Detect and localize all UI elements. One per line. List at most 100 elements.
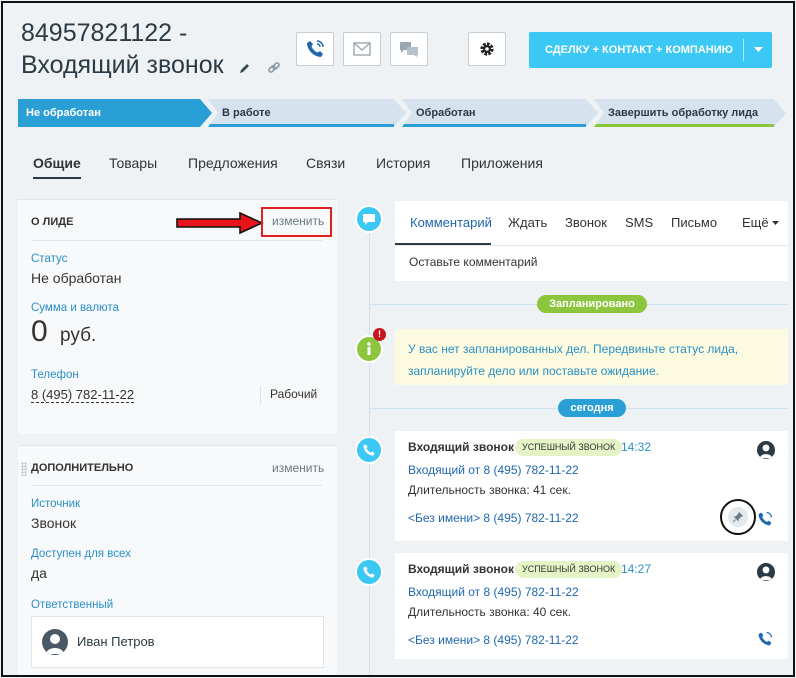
composer-tab-call[interactable]: Звонок bbox=[565, 215, 607, 230]
call-title: Входящий звонок bbox=[408, 440, 514, 454]
comment-input[interactable]: Оставьте комментарий bbox=[409, 255, 537, 269]
stage-bar: Не обработан В работе Обработан Завершит… bbox=[18, 99, 788, 129]
composer-tab-sms[interactable]: SMS bbox=[625, 215, 653, 230]
phone-label: Телефон bbox=[31, 369, 79, 381]
call-item: Входящий звонок УСПЕШНЫЙ ЗВОНОК 14:27 Вх… bbox=[395, 553, 788, 659]
timeline-comment-node bbox=[355, 205, 383, 233]
edit-additional-link[interactable]: изменить bbox=[272, 461, 324, 475]
edit-about-link[interactable]: изменить bbox=[272, 214, 324, 228]
responsible-label: Ответственный bbox=[31, 599, 114, 611]
tab-offers[interactable]: Предложения bbox=[188, 155, 278, 171]
phone-outline-icon[interactable] bbox=[757, 511, 773, 527]
more-label: Ещё bbox=[742, 215, 769, 230]
stage-processed[interactable]: Обработан bbox=[402, 99, 598, 127]
user-icon bbox=[759, 566, 773, 581]
notice-line2: запланируйте дело или поставьте ожидание… bbox=[408, 364, 660, 378]
call-contact-link[interactable]: <Без имени> 8 (495) 782-11-22 bbox=[408, 633, 579, 647]
info-icon bbox=[367, 342, 371, 355]
call-from-link[interactable]: Входящий от 8 (495) 782-11-22 bbox=[408, 463, 579, 477]
public-label: Доступен для всех bbox=[31, 548, 131, 560]
activity-composer: Комментарий Ждать Звонок SMS Письмо Ещё … bbox=[395, 201, 788, 281]
alert-badge: ! bbox=[373, 328, 386, 341]
lead-page: 84957821122 - Входящий звонок СДЕЛКУ + К… bbox=[1, 1, 795, 677]
gear-icon bbox=[480, 42, 494, 56]
planned-pill: Запланировано bbox=[537, 295, 647, 313]
link-icon[interactable] bbox=[267, 61, 281, 75]
stage-label: Завершить обработку лида bbox=[608, 107, 759, 119]
timeline-call-node bbox=[355, 436, 383, 464]
avatar bbox=[42, 629, 68, 655]
timeline-call-node bbox=[355, 558, 383, 586]
envelope-icon bbox=[353, 42, 371, 56]
source-value: Звонок bbox=[31, 515, 77, 531]
phone-value[interactable]: 8 (495) 782-11-22 bbox=[31, 387, 135, 403]
source-label: Источник bbox=[31, 498, 81, 510]
responsible-name[interactable]: Иван Петров bbox=[77, 634, 155, 649]
phone-outline-icon[interactable] bbox=[757, 631, 773, 647]
phone-icon bbox=[363, 566, 375, 578]
page-title: 84957821122 - Входящий звонок bbox=[21, 17, 301, 82]
responsible-box[interactable]: Иван Петров bbox=[31, 616, 324, 668]
call-title: Входящий звонок bbox=[408, 562, 514, 576]
public-value: да bbox=[31, 565, 47, 581]
today-pill: сегодня bbox=[558, 399, 626, 417]
title-line2: Входящий звонок bbox=[21, 51, 224, 79]
title-line1: 84957821122 - bbox=[21, 19, 188, 47]
call-contact-link[interactable]: <Без имени> 8 (495) 782-11-22 bbox=[408, 511, 579, 525]
email-button[interactable] bbox=[343, 32, 381, 66]
pin-icon bbox=[733, 512, 743, 522]
status-label: Статус bbox=[31, 253, 68, 265]
tab-history[interactable]: История bbox=[376, 155, 430, 171]
additional-card: ДОПОЛНИТЕЛЬНО изменить Источник Звонок Д… bbox=[18, 445, 337, 675]
call-from-link[interactable]: Входящий от 8 (495) 782-11-22 bbox=[408, 585, 579, 599]
stage-finish[interactable]: Завершить обработку лида bbox=[594, 99, 786, 127]
tab-general[interactable]: Общие bbox=[33, 155, 81, 179]
stage-label: В работе bbox=[222, 107, 271, 119]
call-status-badge: УСПЕШНЫЙ ЗВОНОК bbox=[515, 439, 623, 456]
chat-bubbles-icon bbox=[400, 42, 418, 57]
pencil-icon[interactable] bbox=[239, 62, 251, 74]
card-title: ДОПОЛНИТЕЛЬНО bbox=[31, 462, 134, 474]
no-tasks-notice: У вас нет запланированных дел. Передвинь… bbox=[395, 329, 788, 385]
convert-lead-button[interactable]: СДЕЛКУ + КОНТАКТ + КОМПАНИЮ bbox=[529, 32, 772, 68]
call-time: 14:27 bbox=[621, 562, 652, 576]
stage-label: Обработан bbox=[416, 107, 476, 119]
call-button[interactable] bbox=[296, 32, 334, 66]
user-icon bbox=[759, 444, 773, 459]
tab-apps[interactable]: Приложения bbox=[461, 155, 543, 171]
settings-button[interactable] bbox=[468, 32, 506, 66]
composer-tab-wait[interactable]: Ждать bbox=[508, 215, 547, 230]
call-item: Входящий звонок УСПЕШНЫЙ ЗВОНОК 14:32 Вх… bbox=[395, 431, 788, 541]
pin-button[interactable] bbox=[720, 499, 756, 535]
sum-label: Сумма и валюта bbox=[31, 302, 119, 314]
convert-lead-label: СДЕЛКУ + КОНТАКТ + КОМПАНИЮ bbox=[545, 44, 733, 56]
red-arrow-annotation bbox=[176, 211, 264, 235]
chevron-down-icon[interactable] bbox=[753, 47, 763, 53]
currency-value: руб. bbox=[60, 325, 97, 346]
call-time: 14:32 bbox=[621, 440, 652, 454]
status-value: Не обработан bbox=[31, 270, 122, 286]
about-lead-card: О ЛИДЕ изменить Статус Не обработан Сумм… bbox=[18, 199, 337, 434]
sum-value: 0 bbox=[31, 315, 48, 348]
tab-links[interactable]: Связи bbox=[306, 155, 345, 171]
call-status-badge: УСПЕШНЫЙ ЗВОНОК bbox=[515, 561, 623, 578]
phone-type: Рабочий bbox=[270, 387, 318, 401]
phone-icon bbox=[363, 444, 375, 456]
call-duration: Длительность звонка: 40 сек. bbox=[408, 605, 571, 619]
composer-tab-comment[interactable]: Комментарий bbox=[410, 215, 492, 230]
call-duration: Длительность звонка: 41 сек. bbox=[408, 483, 571, 497]
comment-icon bbox=[363, 213, 375, 225]
card-title: О ЛИДЕ bbox=[31, 216, 74, 228]
stage-in-progress[interactable]: В работе bbox=[208, 99, 406, 127]
notice-line1: У вас нет запланированных дел. Передвинь… bbox=[408, 342, 739, 356]
caret-down-icon bbox=[772, 221, 780, 226]
composer-tab-more[interactable]: Ещё bbox=[742, 215, 780, 230]
chat-button[interactable] bbox=[390, 32, 428, 66]
composer-tab-email[interactable]: Письмо bbox=[671, 215, 717, 230]
phone-icon bbox=[307, 40, 324, 57]
user-icon bbox=[46, 634, 64, 654]
drag-handle-icon[interactable] bbox=[21, 462, 27, 476]
stage-new[interactable]: Не обработан bbox=[18, 99, 212, 127]
avatar bbox=[757, 441, 775, 459]
tab-products[interactable]: Товары bbox=[109, 155, 157, 171]
